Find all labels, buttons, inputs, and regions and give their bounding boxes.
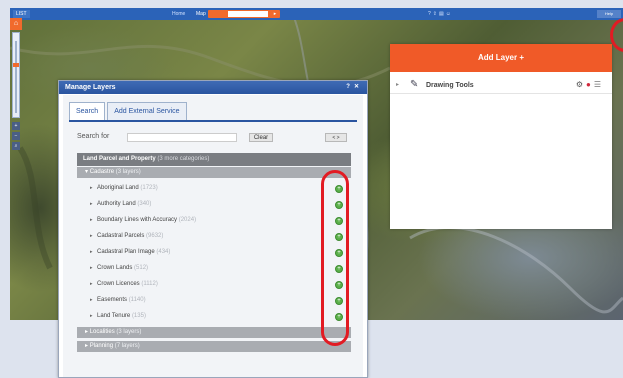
- caret-icon: ▸: [90, 185, 93, 191]
- layer-name: Easements: [97, 297, 128, 303]
- category-title: Land Parcel and Property: [83, 156, 156, 162]
- layer-count: (1723): [140, 185, 158, 191]
- caret-icon: ▸: [90, 281, 93, 287]
- layer-count: (9632): [146, 233, 164, 239]
- subcategory-planning[interactable]: ▸ Planning (7 layers): [77, 341, 351, 352]
- locate-button[interactable]: ⌕: [12, 142, 20, 150]
- dialog-header-icons: ?✕: [346, 81, 363, 94]
- home-icon: ⌂: [13, 20, 19, 27]
- category-subtitle: (3 more categories): [157, 156, 210, 162]
- tab-underline: [69, 120, 357, 122]
- subcategory-title: Localities: [89, 329, 115, 335]
- search-input[interactable]: [127, 133, 237, 142]
- remove-icon[interactable]: ●: [586, 80, 594, 89]
- tab-add-external-service[interactable]: Add External Service: [107, 102, 187, 120]
- layer-count: (434): [156, 249, 171, 255]
- subcategory-count: (3 layers): [116, 329, 142, 335]
- subcategory-title: Cadastre: [89, 169, 115, 175]
- layer-item[interactable]: ▸ Aboriginal Land (1723) +: [77, 181, 351, 197]
- zoom-track: [15, 41, 17, 113]
- layer-count: (1140): [128, 297, 146, 303]
- caret-icon: ▸: [90, 265, 93, 271]
- pencil-icon: ✎: [410, 79, 419, 90]
- toolbar-map-link[interactable]: Map: [196, 8, 206, 20]
- minus-icon: −: [14, 133, 18, 139]
- layer-item[interactable]: ▸ Easements (1140) +: [77, 293, 351, 309]
- subcategory-count: (3 layers): [115, 169, 141, 175]
- layer-row-drawing-tools[interactable]: ▸ ✎ Drawing Tools ⚙●☰: [390, 79, 612, 94]
- layer-name: Crown Licences: [97, 281, 140, 287]
- layer-item[interactable]: ▸ Authority Land (340) +: [77, 197, 351, 213]
- layer-name: Cadastral Plan Image: [97, 249, 155, 255]
- layer-item[interactable]: ▸ Cadastral Parcels (9632) +: [77, 229, 351, 245]
- layer-count: (2024): [178, 217, 197, 223]
- subcategory-title: Planning: [89, 343, 114, 349]
- layer-row-label: Drawing Tools: [426, 82, 474, 89]
- zoom-slider[interactable]: [12, 32, 20, 118]
- tab-bar: Search Add External Service: [69, 102, 189, 120]
- print-icon[interactable]: ▤: [439, 11, 446, 17]
- tab-search[interactable]: Search: [69, 102, 106, 120]
- manage-layers-body: Search Add External Service Search for C…: [63, 95, 363, 377]
- layer-name: Crown Lands: [97, 265, 133, 271]
- caret-icon: ▸: [90, 297, 93, 303]
- layer-item[interactable]: ▸ Land Tenure (135) +: [77, 309, 351, 325]
- toolbar-help-button[interactable]: Help: [597, 10, 621, 18]
- subcategory-localities[interactable]: ▸ Localities (3 layers): [77, 327, 351, 338]
- zoom-in-button[interactable]: +: [12, 122, 20, 130]
- layer-count: (1112): [141, 281, 158, 287]
- layer-name: Cadastral Parcels: [97, 233, 145, 239]
- zoom-handle[interactable]: [13, 63, 19, 67]
- caret-icon: ▸: [90, 313, 93, 319]
- user-icon[interactable]: ☺: [446, 11, 453, 17]
- search-row: Search for Clear < >: [77, 133, 353, 143]
- layer-item[interactable]: ▸ Boundary Lines with Accuracy (2024) +: [77, 213, 351, 229]
- layer-name: Land Tenure: [97, 313, 131, 319]
- help-icon[interactable]: ?: [346, 84, 354, 90]
- toolbar-icon-group: ?⇪▤☺: [428, 8, 453, 20]
- pager-control[interactable]: < >: [325, 133, 347, 142]
- plus-icon: +: [14, 123, 18, 129]
- annotation-highlight-oval: [321, 170, 349, 346]
- layer-item[interactable]: ▸ Cadastral Plan Image (434) +: [77, 245, 351, 261]
- layer-item[interactable]: ▸ Crown Lands (512) +: [77, 261, 351, 277]
- layer-name: Aboriginal Land: [97, 185, 139, 191]
- caret-icon: ▸: [90, 201, 93, 207]
- home-button[interactable]: ⌂: [10, 18, 22, 30]
- dialog-title: Manage Layers: [65, 84, 116, 91]
- caret-icon: ▸: [90, 217, 93, 223]
- layer-item[interactable]: ▸ Crown Licences (1112) +: [77, 277, 351, 293]
- app-logo[interactable]: LIST: [13, 10, 30, 18]
- layer-name: Boundary Lines with Accuracy: [97, 217, 178, 223]
- layer-count: (340): [137, 201, 152, 207]
- zoom-out-button[interactable]: −: [12, 132, 20, 140]
- top-toolbar: LIST Home Map ▸ ?⇪▤☺ Help: [10, 8, 623, 20]
- toolbar-search-input[interactable]: [228, 11, 268, 17]
- category-header[interactable]: Land Parcel and Property (3 more categor…: [77, 153, 351, 166]
- search-label: Search for: [77, 133, 110, 140]
- search-go-icon[interactable]: ▸: [272, 11, 278, 17]
- chevron-right-icon[interactable]: ▸: [396, 81, 399, 88]
- add-layer-panel: Add Layer + ▸ ✎ Drawing Tools ⚙●☰: [390, 44, 612, 229]
- layer-count: (512): [134, 265, 149, 271]
- add-layer-button[interactable]: Add Layer +: [390, 44, 612, 72]
- search-icon: ⌕: [14, 143, 18, 149]
- subcategory-cadastre[interactable]: ▾ Cadastre (3 layers): [77, 167, 351, 178]
- settings-icon[interactable]: ⚙: [576, 80, 586, 89]
- layer-row-actions: ⚙●☰: [576, 80, 604, 89]
- menu-icon[interactable]: ☰: [594, 80, 604, 89]
- manage-layers-titlebar[interactable]: Manage Layers ?✕: [59, 81, 367, 94]
- caret-icon: ▸: [90, 233, 93, 239]
- toolbar-home-link[interactable]: Home: [172, 8, 185, 20]
- subcategory-count: (7 layers): [114, 343, 140, 349]
- close-icon[interactable]: ✕: [354, 84, 363, 90]
- layer-count: (135): [131, 313, 146, 319]
- layer-name: Authority Land: [97, 201, 136, 207]
- caret-icon: ▸: [90, 249, 93, 255]
- clear-button[interactable]: Clear: [249, 133, 273, 142]
